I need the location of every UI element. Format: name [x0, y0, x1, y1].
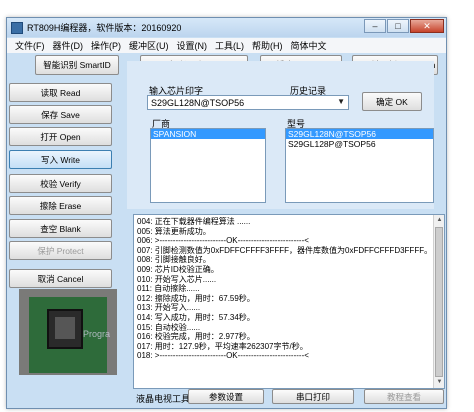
- menu-device[interactable]: 器件(D): [53, 39, 84, 52]
- log-line: 004: 正在下载器件编程算法 ......: [137, 217, 251, 226]
- verify-button[interactable]: 校验 Verify: [9, 174, 112, 193]
- chip-input-value: S29GL128N@TSOP56: [151, 97, 245, 108]
- list-item[interactable]: S29GL128P@TSOP56: [286, 139, 433, 149]
- menu-help[interactable]: 帮助(H): [252, 39, 283, 52]
- log-line: 008: 引脚接触良好。: [137, 255, 211, 265]
- blank-check-button[interactable]: 查空 Blank: [9, 219, 112, 238]
- menu-tools[interactable]: 工具(L): [215, 39, 244, 52]
- write-button[interactable]: 写入 Write: [9, 150, 112, 169]
- log-line: 015: 自动校验......: [137, 322, 201, 332]
- tutorial-view-button: 教程查看: [364, 389, 444, 404]
- menu-language[interactable]: 简体中文: [291, 39, 327, 52]
- menu-buffer[interactable]: 缓冲区(U): [129, 39, 169, 52]
- app-icon: [11, 21, 23, 34]
- window-controls: – □ ✕: [364, 19, 444, 33]
- list-item[interactable]: S29GL128N@TSOP56: [286, 129, 433, 139]
- model-list[interactable]: S29GL128N@TSOP56 S29GL128P@TSOP56: [285, 128, 434, 203]
- title-bar: RT809H编程器，软件版本：20160920 – □ ✕: [7, 18, 446, 37]
- log-scrollbar[interactable]: ▲ ▼: [433, 215, 444, 388]
- log-line: 011: 自动擦除......: [137, 284, 200, 294]
- protect-button: 保护 Protect: [9, 241, 112, 260]
- chevron-down-icon[interactable]: ▼: [337, 97, 345, 106]
- log-line: 016: 校验完成，用时：2.977秒。: [137, 332, 255, 342]
- parameter-settings-button[interactable]: 参数设置: [188, 389, 264, 404]
- list-item[interactable]: SPANSION: [151, 129, 265, 139]
- log-line: 013: 开始写入......: [137, 303, 201, 313]
- scroll-down-icon[interactable]: ▼: [434, 377, 444, 388]
- socket-inner-image: [55, 317, 75, 339]
- serial-print-button[interactable]: 串口打印: [272, 389, 354, 404]
- log-line: 017: 用时：127.9秒，平均速率262307字节/秒。: [137, 341, 308, 351]
- log-line: 014: 写入成功，用时：57.34秒。: [137, 312, 255, 322]
- erase-button[interactable]: 擦除 Erase: [9, 196, 112, 215]
- minimize-button[interactable]: –: [364, 19, 386, 33]
- log-line: 005: 算法更新成功。: [137, 226, 211, 236]
- menu-file[interactable]: 文件(F): [15, 39, 45, 52]
- ok-button[interactable]: 确定 OK: [362, 92, 422, 111]
- menu-bar: 文件(F) 器件(D) 操作(P) 缓冲区(U) 设置(N) 工具(L) 帮助(…: [7, 38, 446, 53]
- programmer-photo: Progra: [19, 289, 117, 375]
- menu-settings[interactable]: 设置(N): [177, 39, 208, 52]
- window-title: RT809H编程器，软件版本：20160920: [27, 23, 182, 33]
- save-button[interactable]: 保存 Save: [9, 105, 112, 124]
- cancel-button[interactable]: 取消 Cancel: [9, 269, 112, 288]
- log-line: 006: >-------------------------OK-------…: [137, 236, 309, 246]
- open-button[interactable]: 打开 Open: [9, 127, 112, 146]
- scroll-up-icon[interactable]: ▲: [434, 215, 444, 226]
- chip-input-combo[interactable]: S29GL128N@TSOP56 ▼: [147, 95, 349, 110]
- smart-id-button[interactable]: 智能识别 SmartID: [35, 55, 119, 75]
- manufacturer-list[interactable]: SPANSION: [150, 128, 266, 203]
- maximize-button[interactable]: □: [387, 19, 409, 33]
- photo-label: Progra: [83, 329, 111, 339]
- scroll-thumb[interactable]: [435, 227, 443, 377]
- read-button[interactable]: 读取 Read: [9, 83, 112, 102]
- log-output[interactable]: 004: 正在下载器件编程算法 ...... 005: 算法更新成功。 006:…: [133, 214, 445, 389]
- lcd-tv-tool-label[interactable]: 液晶电视工具: [136, 392, 190, 405]
- log-line: 018: >-------------------------OK-------…: [137, 351, 309, 361]
- log-line: 009: 芯片ID校验正确。: [137, 264, 219, 274]
- log-line: 007: 引脚检测数值为0xFDFFCFFFF3FFFF，器件库数值为0xFDF…: [137, 245, 433, 255]
- menu-operation[interactable]: 操作(P): [91, 39, 121, 52]
- log-line: 010: 开始写入芯片......: [137, 274, 217, 284]
- log-line: 012: 擦除成功，用时：67.59秒。: [137, 293, 255, 303]
- close-button[interactable]: ✕: [410, 19, 444, 33]
